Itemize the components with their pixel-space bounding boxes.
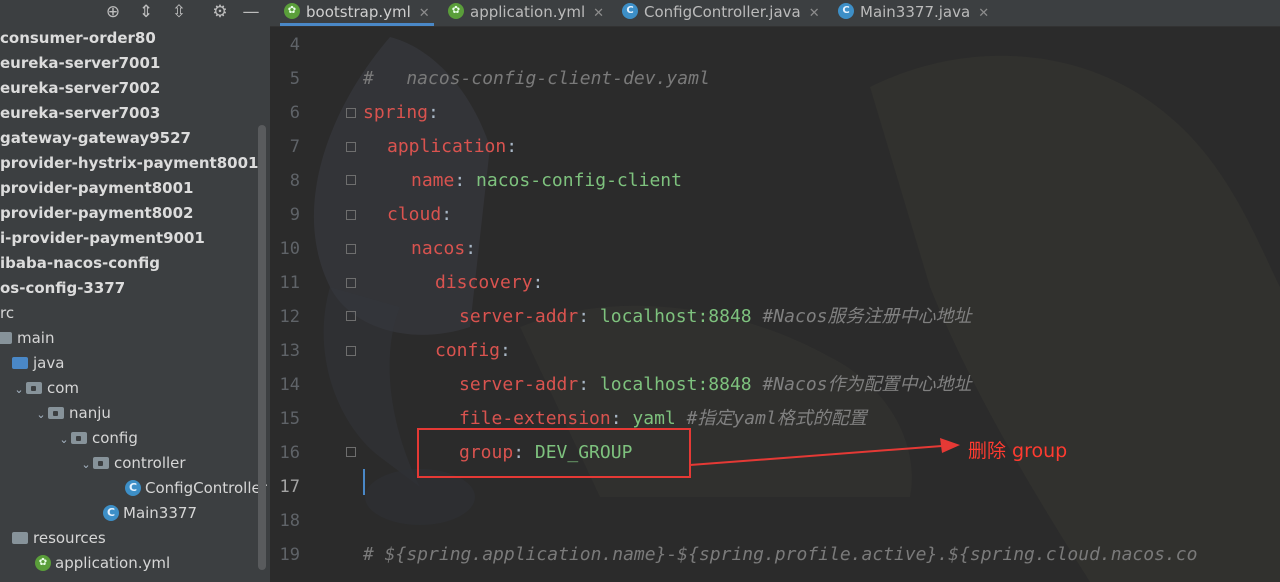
code-line-6: spring:	[363, 102, 439, 123]
code-line-7: application:	[387, 136, 518, 157]
spring-config-icon: ✿	[35, 554, 51, 571]
class-icon: C	[622, 2, 638, 19]
collapse-all-icon[interactable]: ⇳	[168, 1, 190, 23]
code-line-11: discovery:	[435, 272, 544, 293]
spring-class-icon: C	[103, 504, 119, 521]
line-number: 8	[289, 171, 300, 191]
line-number: 9	[289, 205, 300, 225]
chevron-down-icon[interactable]: ⌄	[79, 452, 93, 477]
tree-item-controller[interactable]: ⌄ controller	[79, 451, 185, 477]
package-icon	[71, 431, 87, 444]
package-icon	[26, 381, 42, 394]
spring-config-icon: ✿	[448, 2, 464, 19]
fold-marker-icon[interactable]	[346, 278, 356, 288]
project-toolbar: ⊕ ⇕ ⇳ ⚙ —	[0, 0, 270, 24]
fold-end-icon	[346, 447, 356, 457]
code-line-8: name: nacos-config-client	[411, 170, 682, 191]
code-line-9: cloud:	[387, 204, 453, 225]
line-number: 14	[279, 375, 300, 395]
fold-marker-icon[interactable]	[346, 142, 356, 152]
text-caret	[363, 469, 365, 495]
class-icon: C	[125, 479, 141, 496]
spring-class-icon: C	[838, 2, 854, 19]
code-line-5: # nacos-config-client-dev.yaml	[363, 68, 710, 89]
chevron-down-icon[interactable]: ⌄	[57, 427, 71, 452]
hide-icon[interactable]: —	[240, 1, 262, 23]
tree-item-application-yml[interactable]: ✿ application.yml	[35, 551, 170, 576]
fold-marker-icon[interactable]	[346, 244, 356, 254]
crosshair-icon[interactable]: ⊕	[102, 1, 124, 23]
tree-item-module[interactable]: ibaba-nacos-config	[0, 251, 160, 276]
close-icon[interactable]: ✕	[419, 6, 430, 21]
code-line-19: # ${spring.application.name}-${spring.pr…	[363, 544, 1198, 565]
tree-item-module[interactable]: eureka-server7002	[0, 76, 160, 101]
gear-icon[interactable]: ⚙	[209, 1, 231, 23]
tree-item-src[interactable]: rc	[0, 301, 14, 326]
tab-application-yml[interactable]: ✿ application.yml ✕	[444, 0, 608, 26]
line-number: 5	[289, 69, 300, 89]
line-number: 18	[279, 511, 300, 531]
sidebar-scrollbar[interactable]	[258, 125, 266, 570]
tree-item-config[interactable]: ⌄ config	[57, 426, 138, 451]
project-tool-window: ⊕ ⇕ ⇳ ⚙ — consumer-order80 eureka-server…	[0, 0, 270, 582]
line-number: 12	[279, 307, 300, 327]
tree-item-java[interactable]: java	[12, 351, 64, 376]
package-icon	[93, 456, 109, 469]
fold-marker-icon[interactable]	[346, 210, 356, 220]
line-number: 6	[289, 103, 300, 123]
tree-item-module[interactable]: consumer-order80	[0, 26, 156, 51]
line-number-gutter: 4 5 6 7 8 9 10 11 12 13 14 15 16 17 18 1…	[270, 27, 356, 582]
line-number-current: 17	[279, 477, 300, 497]
line-number: 15	[279, 409, 300, 429]
code-line-14: server-addr: localhost:8848 #Nacos作为配置中心…	[459, 374, 972, 395]
close-icon[interactable]: ✕	[809, 6, 820, 21]
source-folder-icon	[12, 356, 28, 369]
fold-marker-icon[interactable]	[346, 108, 356, 118]
highlight-box	[417, 428, 691, 478]
line-number: 7	[289, 137, 300, 157]
tab-bootstrap-yml[interactable]: ✿ bootstrap.yml ✕	[280, 0, 434, 26]
chevron-down-icon[interactable]: ⌄	[34, 402, 48, 427]
folder-icon	[0, 331, 12, 344]
tree-item-module[interactable]: i-provider-payment9001	[0, 226, 205, 251]
line-number: 10	[279, 239, 300, 259]
tree-item-module[interactable]: eureka-server7001	[0, 51, 160, 76]
code-editor[interactable]: 4 5 6 7 8 9 10 11 12 13 14 15 16 17 18 1…	[270, 27, 1280, 582]
code-line-13: config:	[435, 340, 511, 361]
tree-item-main3377[interactable]: C Main3377	[103, 501, 197, 526]
tab-main3377-java[interactable]: C Main3377.java ✕	[834, 0, 993, 26]
spring-config-icon: ✿	[284, 2, 300, 19]
package-icon	[48, 406, 64, 419]
code-line-10: nacos:	[411, 238, 477, 259]
editor-tabs: ✿ bootstrap.yml ✕ ✿ application.yml ✕ C Confi…	[270, 0, 1280, 27]
close-icon[interactable]: ✕	[593, 6, 604, 21]
tree-item-com[interactable]: ⌄ com	[12, 376, 79, 401]
resources-folder-icon	[12, 531, 28, 544]
tree-item-nanju[interactable]: ⌄ nanju	[34, 401, 111, 426]
tree-item-main[interactable]: main	[0, 326, 54, 351]
line-number: 13	[279, 341, 300, 361]
tree-item-module[interactable]: os-config-3377	[0, 276, 125, 301]
line-number: 4	[289, 35, 300, 55]
line-number: 11	[279, 273, 300, 293]
fold-end-icon	[346, 175, 356, 185]
tree-item-module[interactable]: provider-payment8002	[0, 201, 193, 226]
line-number: 16	[279, 443, 300, 463]
chevron-down-icon[interactable]: ⌄	[12, 377, 26, 402]
close-icon[interactable]: ✕	[978, 6, 989, 21]
tree-item-module[interactable]: gateway-gateway9527	[0, 126, 191, 151]
tree-item-module[interactable]: provider-hystrix-payment8001	[0, 151, 258, 176]
fold-end-icon	[346, 311, 356, 321]
tree-item-resources[interactable]: resources	[12, 526, 106, 551]
expand-all-icon[interactable]: ⇕	[135, 1, 157, 23]
tab-configcontroller-java[interactable]: C ConfigController.java ✕	[618, 0, 824, 26]
annotation-label: 删除 group	[968, 440, 1068, 462]
fold-marker-icon[interactable]	[346, 346, 356, 356]
code-line-12: server-addr: localhost:8848 #Nacos服务注册中心…	[459, 306, 972, 327]
tree-item-configcontroller[interactable]: C ConfigController	[125, 476, 267, 501]
line-number: 19	[279, 545, 300, 565]
tree-item-module[interactable]: provider-payment8001	[0, 176, 193, 201]
tree-item-module[interactable]: eureka-server7003	[0, 101, 160, 126]
